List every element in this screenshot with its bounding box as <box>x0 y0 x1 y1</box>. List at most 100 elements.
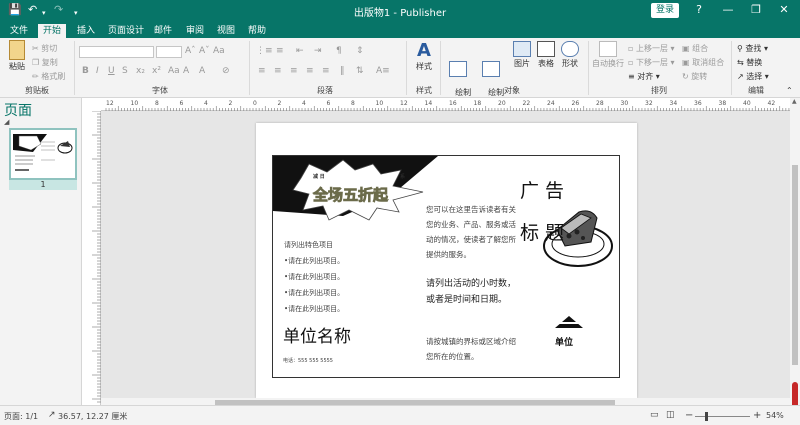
underline-icon[interactable]: U <box>108 66 115 76</box>
bring-forward-label: 上移一层 <box>635 44 668 53</box>
list-item[interactable]: •请在此列出项目。 <box>284 272 344 282</box>
columns-icon[interactable]: ‖ <box>340 66 345 76</box>
table-button[interactable]: 表格 <box>535 41 557 69</box>
ad-title-line2[interactable]: 标 题 <box>520 218 564 245</box>
shrink-font-icon[interactable]: Aˇ <box>199 46 210 56</box>
list-item[interactable]: •请在此列出项目。 <box>284 288 344 298</box>
flyer-layout[interactable]: 减 日 系 全场五折起 广 告 标 题 请列出特色项目 •请在此列出项目。 •请… <box>272 155 620 378</box>
editing-group-label: 编辑 <box>748 86 764 95</box>
show-formatting-icon[interactable]: ¶ <box>336 46 342 56</box>
tab-insert[interactable]: 插入 <box>72 24 100 38</box>
two-page-view-icon[interactable]: ◫ <box>666 410 675 420</box>
collapse-ribbon-icon[interactable]: ⌃ <box>786 86 793 95</box>
body-text-hours[interactable]: 请列出活动的小时数，或者是时间和日期。 <box>426 276 518 308</box>
clear-format-icon[interactable]: ⊘ <box>222 66 230 76</box>
picture-button[interactable]: 图片 <box>511 41 533 69</box>
paste-button[interactable]: 粘贴 <box>4 40 30 72</box>
grow-font-icon[interactable]: Aˆ <box>185 46 196 56</box>
restore-icon[interactable]: ❐ <box>746 3 766 16</box>
zoom-in-icon[interactable]: + <box>753 410 761 421</box>
align-button[interactable]: ≡ 对齐 ▾ <box>628 71 660 82</box>
find-button[interactable]: ⚲ 查找 ▾ <box>737 43 768 54</box>
decrease-indent-icon[interactable]: ⇤ <box>296 46 304 56</box>
list-item[interactable]: •请在此列出项目。 <box>284 304 344 314</box>
select-button[interactable]: ↗ 选择 ▾ <box>737 71 769 82</box>
zoom-out-icon[interactable]: − <box>685 410 693 421</box>
format-painter-button[interactable]: ✏ 格式刷 <box>32 71 65 82</box>
find-label: 查找 <box>745 44 762 53</box>
auto-wrap-button[interactable]: 自动换行 <box>592 41 624 69</box>
align-right-icon[interactable]: ≡ <box>290 66 298 76</box>
collapse-pane-icon[interactable]: ◢ <box>4 118 9 126</box>
replace-button[interactable]: ⇆ 替换 <box>737 57 762 68</box>
align-left-icon[interactable]: ≡ <box>258 66 266 76</box>
vertical-ruler[interactable] <box>89 110 101 405</box>
ungroup-button[interactable]: ▣ 取消组合 <box>682 57 724 68</box>
character-spacing-icon[interactable]: Aa <box>168 66 180 76</box>
horizontal-ruler[interactable]: 12 10 8 6 4 2 0 2 4 6 8 10 12 14 16 18 20 22 24 26 28 30 32 34 3… <box>101 98 790 111</box>
copy-button[interactable]: ❐ 复制 <box>32 57 58 68</box>
phone-number[interactable]: 电话：555 555 5555 <box>283 357 333 364</box>
zoom-slider-thumb[interactable] <box>705 412 708 421</box>
scroll-up-icon[interactable]: ▲ <box>792 98 797 105</box>
copy-label: 复制 <box>41 58 58 67</box>
increase-indent-icon[interactable]: ⇥ <box>314 46 322 56</box>
single-page-view-icon[interactable]: ▭ <box>650 410 659 420</box>
organization-name[interactable]: 单位名称 <box>283 322 351 347</box>
subscript-icon[interactable]: x₂ <box>136 66 145 76</box>
justify-icon[interactable]: ≡ <box>306 66 314 76</box>
superscript-icon[interactable]: x² <box>152 66 161 76</box>
logo-text[interactable]: 单位 <box>555 335 573 348</box>
numbering-icon[interactable]: ≡ <box>276 46 284 56</box>
body-text-location[interactable]: 请按城镇的界标或区域介绍您所在的位置。 <box>426 334 518 364</box>
tab-help[interactable]: 帮助 <box>243 24 271 38</box>
bullets-icon[interactable]: ⋮≡ <box>256 46 273 56</box>
styles-button[interactable]: A 样式 <box>412 41 436 72</box>
paste-label: 粘贴 <box>9 62 25 71</box>
burst-sale-text[interactable]: 全场五折起 <box>313 184 389 205</box>
align-center-icon[interactable]: ≡ <box>274 66 282 76</box>
body-text-business[interactable]: 您可以在这里告诉读者有关您的业务、产品、服务或活动的情况，使读者了解您所提供的服… <box>426 202 518 262</box>
group-button[interactable]: ▣ 组合 <box>682 43 708 54</box>
vertical-scroll-thumb[interactable] <box>792 165 798 365</box>
shapes-button[interactable]: 形状 <box>559 41 581 69</box>
drop-cap-icon[interactable]: A≡ <box>376 66 390 76</box>
page-indicator[interactable]: 页面: 1/1 <box>4 411 38 422</box>
ruler-tick-label: 34 <box>670 100 678 107</box>
tab-file[interactable]: 文件 <box>5 24 33 38</box>
send-backward-button[interactable]: ▫ 下移一层 ▾ <box>628 57 675 68</box>
features-heading[interactable]: 请列出特色项目 <box>284 240 333 250</box>
tab-page-design[interactable]: 页面设计 <box>103 24 149 38</box>
ad-title-line1[interactable]: 广 告 <box>520 176 564 203</box>
zoom-level[interactable]: 54% <box>766 411 784 420</box>
font-name-box[interactable] <box>79 46 154 58</box>
rotate-label: 旋转 <box>691 72 708 81</box>
page-thumbnail[interactable] <box>9 128 77 180</box>
tab-review[interactable]: 审阅 <box>181 24 209 38</box>
tab-home[interactable]: 开始 <box>38 24 67 38</box>
minimize-icon[interactable]: — <box>718 3 738 16</box>
zoom-slider[interactable] <box>695 416 750 417</box>
vertical-ruler-ticks <box>92 110 101 403</box>
help-icon[interactable]: ? <box>689 3 709 16</box>
strikethrough-icon[interactable]: S <box>122 66 128 76</box>
line-spacing-icon[interactable]: ⇕ <box>356 46 364 56</box>
rotate-button[interactable]: ↻ 旋转 <box>682 71 707 82</box>
change-case-icon[interactable]: Aa <box>213 46 225 56</box>
bold-icon[interactable]: B <box>82 66 89 76</box>
list-item[interactable]: •请在此列出项目。 <box>284 256 344 266</box>
text-effects-icon[interactable]: A <box>199 66 205 76</box>
ribbon-tabs: 文件 开始 插入 页面设计 邮件 审阅 视图 帮助 <box>0 22 800 38</box>
font-color-icon[interactable]: A <box>183 66 189 76</box>
cut-button[interactable]: ✂ 剪切 <box>32 43 57 54</box>
italic-icon[interactable]: I <box>96 66 99 76</box>
tab-mailings[interactable]: 邮件 <box>149 24 177 38</box>
tab-view[interactable]: 视图 <box>212 24 240 38</box>
login-button[interactable]: 登录 <box>651 3 679 18</box>
separator <box>249 41 250 95</box>
distributed-icon[interactable]: ≡ <box>322 66 330 76</box>
font-size-box[interactable] <box>156 46 182 58</box>
paragraph-spacing-icon[interactable]: ⇅ <box>356 66 364 76</box>
bring-forward-button[interactable]: ▫ 上移一层 ▾ <box>628 43 675 54</box>
close-icon[interactable]: ✕ <box>774 3 794 16</box>
